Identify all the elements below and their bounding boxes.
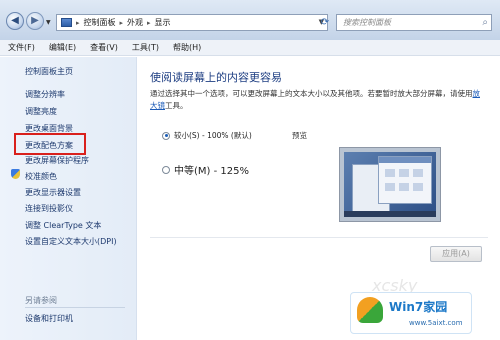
address-bar: ◀ ▶ ▼ ▸ 控制面板 ▸ 外观 ▸ 显示 ▼ ⟳ 搜索控制面板 ⌕ [0, 0, 500, 40]
see-also-divider [25, 307, 125, 308]
sidebar-item-projector[interactable]: 连接到投影仪 [25, 203, 73, 214]
breadcrumb-display[interactable]: 显示 [155, 17, 171, 28]
sidebar-item-devices-printers[interactable]: 设备和打印机 [25, 313, 73, 324]
preview-monitor [339, 147, 441, 222]
option-smaller[interactable]: 较小(S) - 100% (默认) [162, 130, 252, 141]
preview-label: 预览 [292, 131, 307, 140]
page-title: 使阅读屏幕上的内容更容易 [150, 71, 282, 84]
preview-window [378, 156, 432, 204]
breadcrumb-separator: ▸ [76, 18, 80, 27]
sidebar-item-screensaver[interactable]: 更改屏幕保护程序 [25, 155, 89, 166]
sidebar-item-brightness[interactable]: 调整亮度 [25, 106, 57, 117]
preview-screen [344, 152, 436, 217]
control-panel-icon [61, 18, 72, 27]
search-icon[interactable]: ⌕ [482, 15, 488, 30]
option-medium[interactable]: 中等(M) - 125% [162, 162, 249, 177]
refresh-icon[interactable]: ⟳ [318, 14, 332, 31]
forward-arrow-icon: ▶ [31, 15, 39, 26]
menu-edit[interactable]: 编辑(E) [49, 42, 76, 53]
description-end: 工具。 [165, 101, 188, 110]
sidebar: 控制面板主页 调整分辨率 调整亮度 更改桌面背景 更改配色方案 更改屏幕保护程序… [0, 57, 137, 340]
breadcrumb-separator: ▸ [119, 18, 124, 27]
description-text: 通过选择其中一个选项，可以更改屏幕上的文本大小以及其他项。若要暂时放大部分屏幕，… [150, 89, 473, 98]
history-dropdown-icon[interactable]: ▼ [46, 19, 51, 26]
radio-medium[interactable] [162, 165, 170, 174]
preview-taskbar [344, 211, 436, 217]
sidebar-item-home[interactable]: 控制面板主页 [25, 66, 73, 77]
search-placeholder: 搜索控制面板 [343, 18, 391, 27]
option-smaller-label[interactable]: 较小(S) - 100% (默认) [174, 130, 252, 141]
sidebar-item-calibrate-color[interactable]: 校准颜色 [25, 171, 57, 182]
watermark-logo: Win7家园 www.5aixt.com [350, 292, 472, 334]
apply-button[interactable]: 应用(A) [430, 246, 482, 262]
sidebar-item-custom-dpi[interactable]: 设置自定义文本大小(DPI) [25, 236, 117, 247]
see-also-heading: 另请参阅 [25, 296, 57, 305]
search-input[interactable]: 搜索控制面板 ⌕ [336, 14, 492, 31]
back-button[interactable]: ◀ [6, 12, 24, 30]
watermark-url: www.5aixt.com [409, 319, 463, 327]
menu-tools[interactable]: 工具(T) [132, 42, 159, 53]
sidebar-item-cleartype[interactable]: 调整 ClearType 文本 [25, 220, 101, 231]
shield-icon [11, 169, 20, 179]
sidebar-item-display-settings[interactable]: 更改显示器设置 [25, 187, 81, 198]
forward-button[interactable]: ▶ [26, 12, 44, 30]
breadcrumb-control-panel[interactable]: 控制面板 [84, 17, 116, 28]
content-divider [150, 237, 488, 238]
menu-file[interactable]: 文件(F) [8, 42, 35, 53]
option-medium-label[interactable]: 中等(M) - 125% [174, 162, 249, 177]
menu-bar: 文件(F) 编辑(E) 查看(V) 工具(T) 帮助(H) [0, 40, 500, 56]
highlight-box [14, 133, 86, 155]
breadcrumb-appearance[interactable]: 外观 [127, 17, 143, 28]
menu-view[interactable]: 查看(V) [90, 42, 118, 53]
sidebar-item-resolution[interactable]: 调整分辨率 [25, 89, 65, 100]
back-arrow-icon: ◀ [11, 15, 19, 26]
breadcrumb[interactable]: ▸ 控制面板 ▸ 外观 ▸ 显示 ▼ [56, 14, 328, 31]
page-description: 通过选择其中一个选项，可以更改屏幕上的文本大小以及其他项。若要暂时放大部分屏幕，… [150, 88, 486, 112]
house-logo-icon [357, 297, 383, 323]
breadcrumb-separator: ▸ [147, 18, 151, 27]
control-panel-window: ◀ ▶ ▼ ▸ 控制面板 ▸ 外观 ▸ 显示 ▼ ⟳ 搜索控制面板 ⌕ 文件(F… [0, 0, 500, 340]
radio-smaller[interactable] [162, 131, 170, 140]
watermark-brand: Win7家园 [389, 300, 448, 314]
menu-help[interactable]: 帮助(H) [173, 42, 201, 53]
